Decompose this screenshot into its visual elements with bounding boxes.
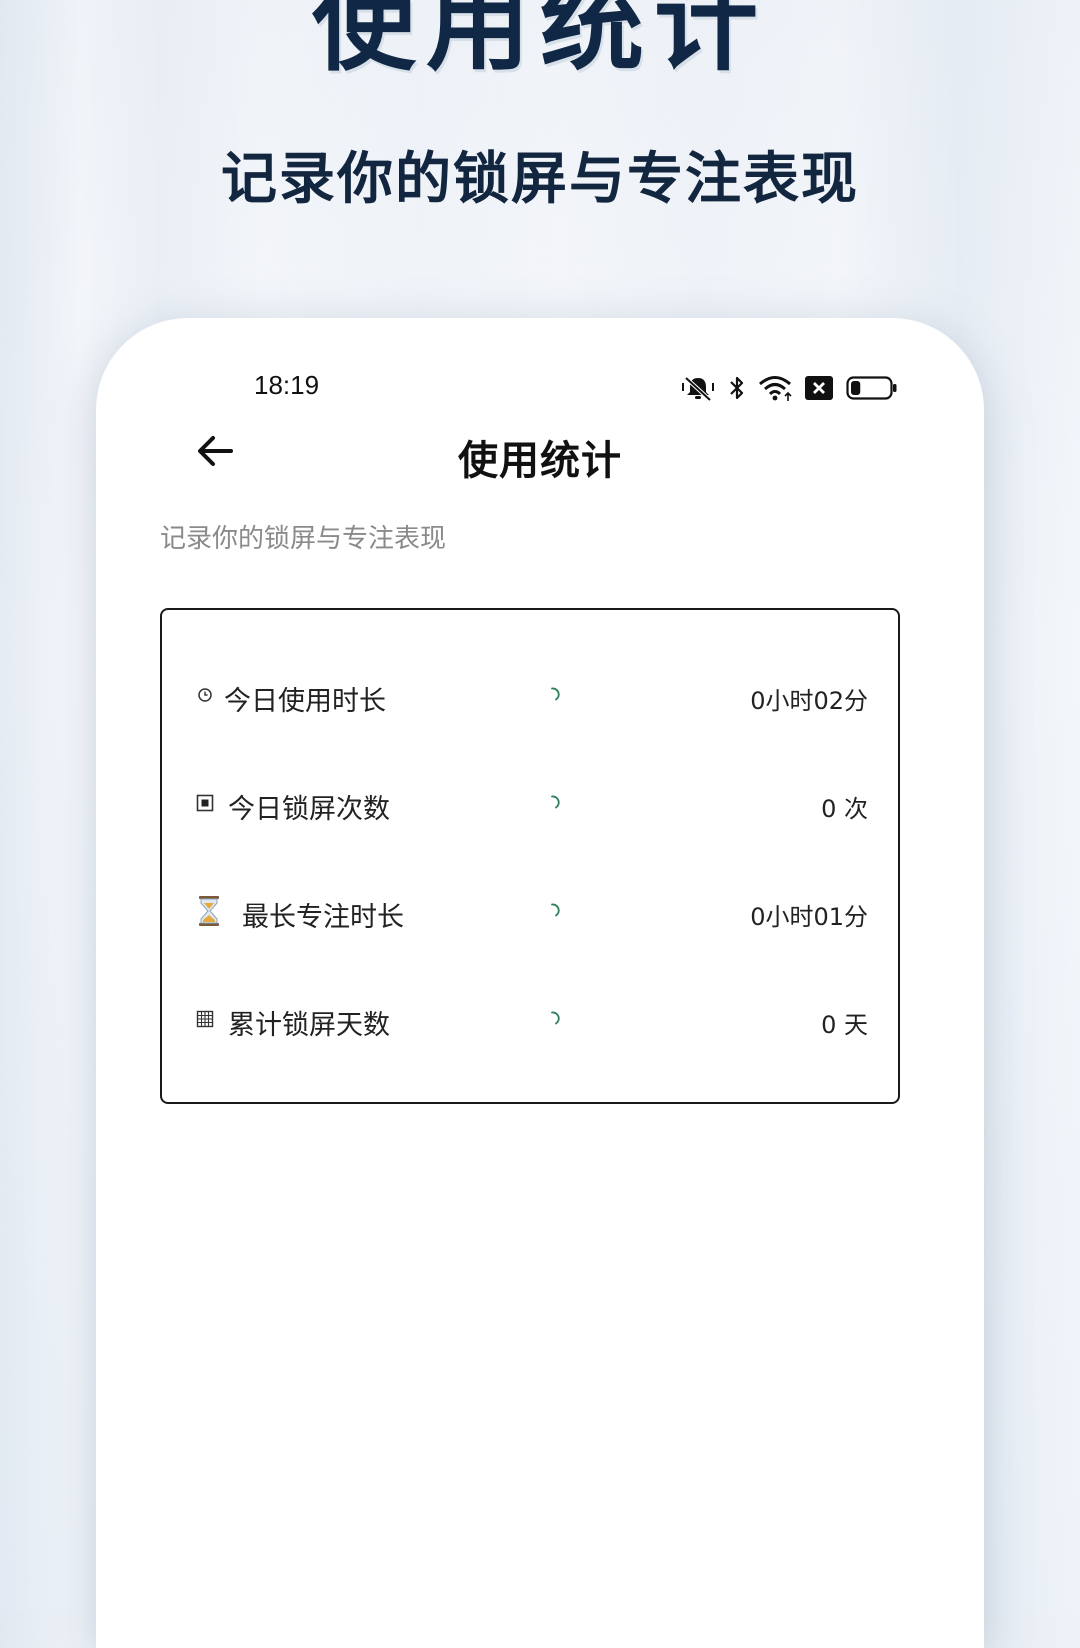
page-subtitle: 记录你的锁屏与专注表现	[160, 524, 447, 554]
bluetooth-icon	[728, 374, 746, 402]
stat-value: 0 天	[821, 1011, 868, 1039]
stat-row-total-lock-days: 累计锁屏天数 0 天	[162, 990, 898, 1050]
sim-off-icon	[804, 375, 834, 401]
hourglass-icon	[194, 896, 224, 926]
stat-label: 最长专注时长	[242, 902, 404, 933]
stat-value: 0小时01分	[750, 903, 868, 931]
stat-label: 累计锁屏天数	[228, 1010, 390, 1041]
loading-spinner-icon	[548, 1010, 564, 1026]
loading-spinner-icon	[548, 686, 564, 702]
stat-value: 0小时02分	[750, 687, 868, 715]
status-bar: 18:19	[96, 370, 984, 410]
calendar-grid-icon	[190, 1004, 220, 1034]
app-bar: 使用统计	[96, 418, 984, 488]
stat-label: 今日锁屏次数	[228, 794, 390, 825]
status-time: 18:19	[254, 370, 320, 400]
mute-icon	[680, 374, 716, 402]
status-icons	[680, 374, 898, 402]
stat-row-today-usage: 今日使用时长 0小时02分	[162, 666, 898, 726]
promo-title: 使用统计	[311, 0, 768, 85]
page-title: 使用统计	[458, 438, 622, 484]
stop-square-icon	[190, 788, 220, 818]
promo-subtitle: 记录你的锁屏与专注表现	[221, 147, 859, 212]
stat-value: 0 次	[821, 795, 868, 823]
clock-icon	[190, 680, 220, 710]
stat-row-today-lock-count: 今日锁屏次数 0 次	[162, 774, 898, 834]
loading-spinner-icon	[548, 902, 564, 918]
battery-icon	[846, 375, 898, 401]
stats-card: 今日使用时长 0小时02分 今日锁屏次数 0 次 最长专注时长 0小时01分 累…	[160, 608, 900, 1104]
wifi-icon	[758, 374, 792, 402]
phone-frame: 18:19 使用统计 记录你的锁屏与专注表现 今日使用时长 0小时02分 今日锁…	[96, 318, 984, 1648]
loading-spinner-icon	[548, 794, 564, 810]
stat-row-longest-focus: 最长专注时长 0小时01分	[162, 882, 898, 942]
stat-label: 今日使用时长	[224, 686, 386, 717]
